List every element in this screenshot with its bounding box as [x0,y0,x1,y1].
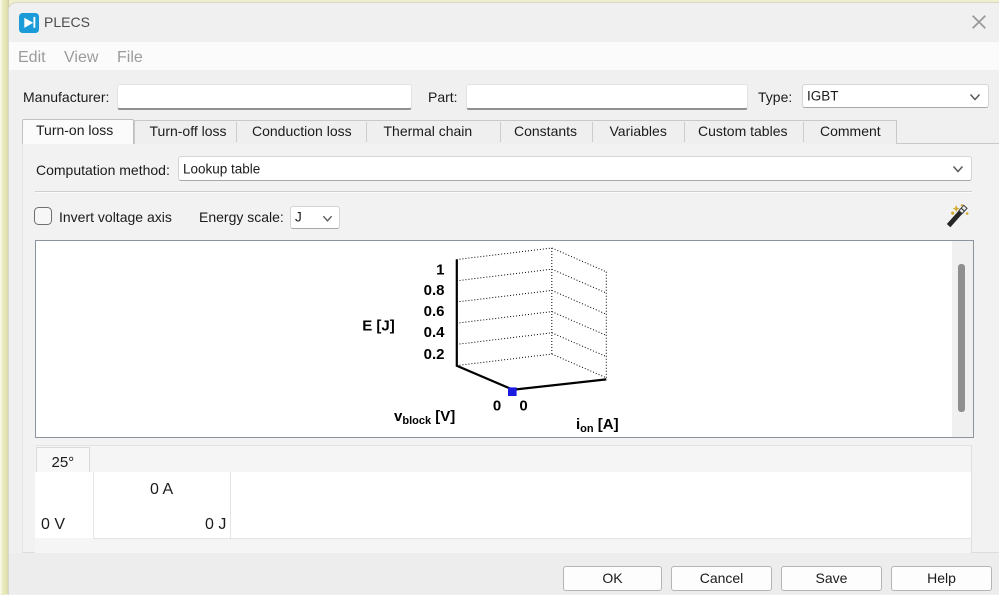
svg-text:ion [A]: ion [A] [576,416,619,435]
svg-text:0.8: 0.8 [424,282,445,299]
svg-text:0.2: 0.2 [424,346,445,363]
svg-text:vblock [V]: vblock [V] [394,408,455,427]
svg-text:1: 1 [436,261,444,278]
svg-text:0: 0 [519,398,527,415]
svg-text:0: 0 [493,398,501,415]
svg-text:0.4: 0.4 [424,324,446,341]
svg-text:E [J]: E [J] [362,318,395,335]
svg-text:0.6: 0.6 [424,303,445,320]
